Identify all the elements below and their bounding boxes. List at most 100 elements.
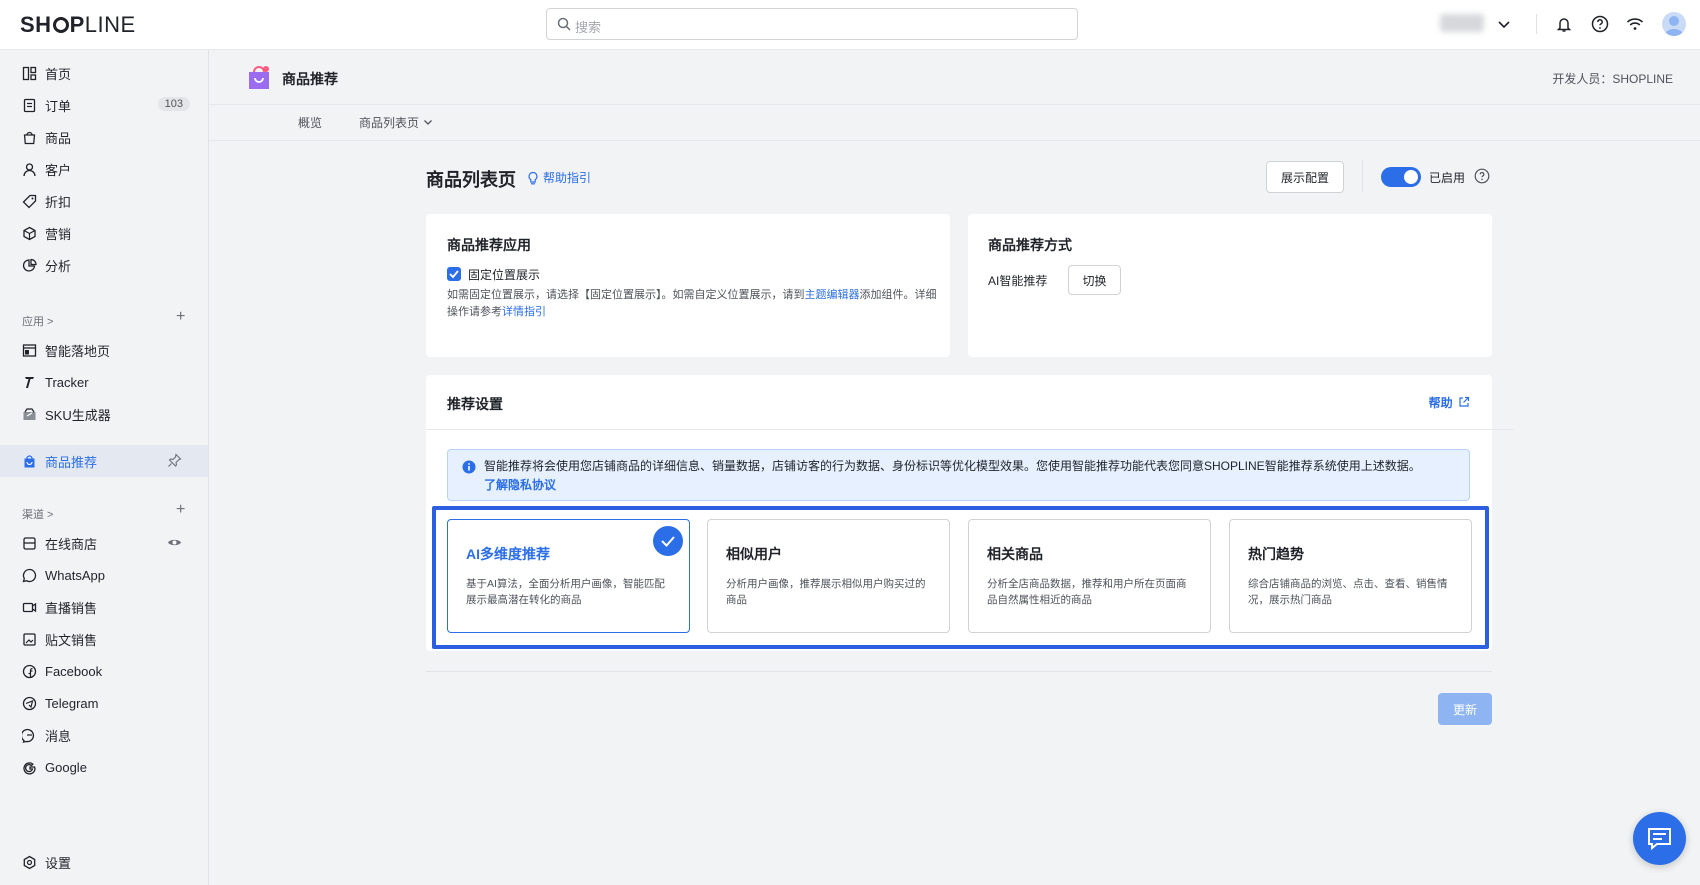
sidebar-item-landing-page[interactable]: 智能落地页 xyxy=(0,334,208,366)
tab-product-list[interactable]: 商品列表页 xyxy=(359,114,434,131)
question-icon[interactable] xyxy=(1474,168,1490,184)
sidebar-item-google[interactable]: Google xyxy=(0,751,208,783)
info-icon xyxy=(462,460,476,474)
sidebar-item-analytics[interactable]: 分析 xyxy=(0,249,208,281)
sidebar-item-customers[interactable]: 客户 xyxy=(0,153,208,185)
add-channel-icon[interactable]: + xyxy=(176,501,185,519)
shopline-logo[interactable]: SH PLINE xyxy=(20,12,136,38)
page-title: 商品列表页 xyxy=(426,170,516,190)
user-icon xyxy=(23,162,36,176)
option-similar-users[interactable]: 相似用户 分析用户画像，推荐展示相似用户购买过的商品 xyxy=(707,519,950,633)
sidebar: 首页 订单 103 商品 客户 折扣 营销 分析 应用 > + 智能落地页 Tr… xyxy=(0,50,209,885)
card-divider xyxy=(426,429,1514,430)
search-placeholder: 搜索 xyxy=(575,20,602,35)
sidebar-item-label: 客户 xyxy=(45,162,72,178)
sidebar-item-label: 商品 xyxy=(45,130,72,146)
sidebar-item-settings[interactable]: 设置 xyxy=(0,846,208,878)
wifi-icon[interactable] xyxy=(1625,14,1645,34)
privacy-notice: 智能推荐将会使用您店铺商品的详细信息、销量数据，店铺访客的行为数据、身份标识等优… xyxy=(447,449,1470,501)
sidebar-item-label: 商品推荐 xyxy=(45,454,98,470)
sidebar-item-orders[interactable]: 订单 103 xyxy=(0,89,208,121)
option-trending[interactable]: 热门趋势 综合店铺商品的浏览、点击、查看、销售情况，展示热门商品 xyxy=(1229,519,1472,633)
help-link-label: 帮助 xyxy=(1428,396,1453,410)
add-app-icon[interactable]: + xyxy=(176,308,185,326)
chevron-down-icon[interactable] xyxy=(1494,14,1514,34)
sidebar-item-label: 订单 xyxy=(45,98,72,114)
card-title: 商品推荐方式 xyxy=(988,237,1072,253)
store-name-blurred[interactable] xyxy=(1440,14,1484,32)
sidebar-item-post-sales[interactable]: 贴文销售 xyxy=(0,623,208,655)
store-icon xyxy=(23,536,36,550)
sidebar-item-discounts[interactable]: 折扣 xyxy=(0,185,208,217)
help-link[interactable]: 帮助 xyxy=(1429,394,1470,411)
sidebar-item-product-recommendation[interactable]: 商品推荐 xyxy=(0,445,208,477)
sidebar-item-label: Google xyxy=(45,759,87,775)
tab-overview[interactable]: 概览 xyxy=(298,114,322,131)
pin-icon[interactable] xyxy=(167,453,182,468)
search-input[interactable]: 搜索 xyxy=(546,8,1078,40)
method-label: AI智能推荐 xyxy=(988,274,1048,288)
sidebar-item-tracker[interactable]: Tracker xyxy=(0,366,208,398)
sidebar-item-label: 在线商店 xyxy=(45,536,98,552)
sku-icon xyxy=(23,407,36,420)
enable-toggle[interactable] xyxy=(1381,167,1421,187)
sidebar-item-label: 折扣 xyxy=(45,194,72,210)
sidebar-item-telegram[interactable]: Telegram xyxy=(0,687,208,719)
description-text: 操作请参考 xyxy=(447,306,502,318)
privacy-policy-link[interactable]: 了解隐私协议 xyxy=(484,476,556,493)
order-count-badge: 103 xyxy=(157,97,190,111)
help-guide-link[interactable]: 帮助指引 xyxy=(526,169,591,186)
avatar[interactable] xyxy=(1662,12,1686,36)
bell-icon[interactable] xyxy=(1554,14,1574,34)
sidebar-item-label: 设置 xyxy=(45,855,72,871)
apps-section-label[interactable]: 应用 > xyxy=(22,313,53,329)
help-icon[interactable] xyxy=(1590,14,1610,34)
whatsapp-icon xyxy=(22,568,37,582)
sidebar-item-marketing[interactable]: 营销 xyxy=(0,217,208,249)
enabled-label: 已启用 xyxy=(1429,171,1466,185)
selected-check-icon xyxy=(653,526,683,556)
switch-method-button[interactable]: 切换 xyxy=(1068,265,1121,295)
sidebar-item-label: Tracker xyxy=(45,374,89,390)
option-description: 基于AI算法，全面分析用户画像，智能匹配展示最高潜在转化的商品 xyxy=(466,578,665,606)
eye-icon[interactable] xyxy=(167,535,182,550)
option-title: AI多维度推荐 xyxy=(466,546,550,562)
channels-section-label[interactable]: 渠道 > xyxy=(22,506,53,522)
chat-support-button[interactable] xyxy=(1633,812,1686,865)
update-button[interactable]: 更新 xyxy=(1438,693,1492,725)
option-description: 分析用户画像，推荐展示相似用户购买过的商品 xyxy=(726,578,926,606)
app-title: 商品推荐 xyxy=(282,71,338,87)
landing-page-icon xyxy=(22,343,37,357)
sub-navigation: 概览 商品列表页 xyxy=(209,105,1700,141)
topbar-divider xyxy=(1536,14,1537,34)
fixed-position-checkbox[interactable] xyxy=(447,267,461,281)
telegram-icon xyxy=(22,696,37,710)
sidebar-item-label: 贴文销售 xyxy=(45,632,98,648)
sidebar-item-label: 首页 xyxy=(45,66,72,82)
detail-guide-link[interactable]: 详情指引 xyxy=(502,306,546,318)
search-icon xyxy=(557,17,571,31)
display-config-button[interactable]: 展示配置 xyxy=(1266,161,1344,193)
sidebar-item-sku-generator[interactable]: SKU生成器 xyxy=(0,398,208,430)
option-ai-multi-dimension[interactable]: AI多维度推荐 基于AI算法，全面分析用户画像，智能匹配展示最高潜在转化的商品 xyxy=(447,519,690,633)
dashboard-icon xyxy=(22,66,37,80)
sidebar-item-online-store[interactable]: 在线商店 xyxy=(0,527,208,559)
sidebar-item-label: Facebook xyxy=(45,663,103,679)
recommendation-bag-icon xyxy=(24,454,35,467)
sidebar-item-facebook[interactable]: Facebook xyxy=(0,655,208,687)
sidebar-item-live-sales[interactable]: 直播销售 xyxy=(0,591,208,623)
sidebar-item-label: 智能落地页 xyxy=(45,343,111,359)
theme-editor-link[interactable]: 主题编辑器 xyxy=(805,289,860,301)
sidebar-item-products[interactable]: 商品 xyxy=(0,121,208,153)
option-title: 相关商品 xyxy=(987,546,1043,562)
sidebar-item-messages[interactable]: 消息 xyxy=(0,719,208,751)
sidebar-item-home[interactable]: 首页 xyxy=(0,57,208,89)
product-recommendation-app-icon xyxy=(249,66,269,89)
sidebar-item-label: 直播销售 xyxy=(45,600,98,616)
sidebar-item-label: 营销 xyxy=(45,226,72,242)
gear-icon xyxy=(23,855,36,869)
fixed-position-label: 固定位置展示 xyxy=(468,268,541,282)
card-title: 商品推荐应用 xyxy=(447,237,531,253)
sidebar-item-whatsapp[interactable]: WhatsApp xyxy=(0,559,208,591)
option-related-products[interactable]: 相关商品 分析全店商品数据，推荐和用户所在页面商品自然属性相近的商品 xyxy=(968,519,1211,633)
